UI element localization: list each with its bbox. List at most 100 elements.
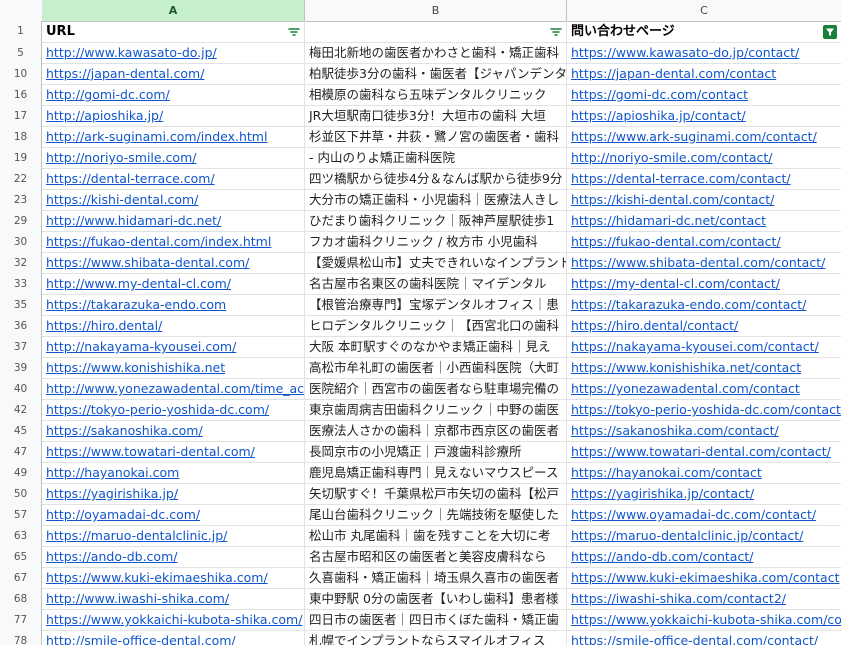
- contact-cell[interactable]: https://www.ark-suginami.com/contact/: [567, 127, 841, 148]
- contact-link[interactable]: https://kishi-dental.com/contact/: [571, 192, 774, 207]
- title-cell[interactable]: 尾山台歯科クリニック｜先端技術を駆使した: [305, 505, 567, 526]
- contact-link[interactable]: https://japan-dental.com/contact: [571, 66, 776, 81]
- url-link[interactable]: http://noriyo-smile.com/: [46, 150, 196, 165]
- contact-link[interactable]: https://yonezawadental.com/contact: [571, 381, 800, 396]
- url-cell[interactable]: https://ando-db.com/: [42, 547, 305, 568]
- url-cell[interactable]: https://www.towatari-dental.com/: [42, 442, 305, 463]
- contact-cell[interactable]: https://www.konishishika.net/contact: [567, 358, 841, 379]
- contact-cell[interactable]: https://www.yokkaichi-kubota-shika.com/c…: [567, 610, 841, 631]
- url-cell[interactable]: http://gomi-dc.com/: [42, 85, 305, 106]
- column-header-c[interactable]: C: [567, 0, 841, 21]
- row-number[interactable]: 49: [0, 463, 42, 484]
- row-number[interactable]: 77: [0, 610, 42, 631]
- title-cell[interactable]: 梅田北新地の歯医者かわさと歯科・矯正歯科: [305, 43, 567, 64]
- url-link[interactable]: http://www.hidamari-dc.net/: [46, 213, 221, 228]
- title-cell[interactable]: - 内山のりよ矯正歯科医院: [305, 148, 567, 169]
- url-link[interactable]: https://takarazuka-endo.com: [46, 297, 226, 312]
- header-cell-title[interactable]: [305, 21, 567, 43]
- url-cell[interactable]: http://nakayama-kyousei.com/: [42, 337, 305, 358]
- contact-cell[interactable]: https://yagirishika.jp/contact/: [567, 484, 841, 505]
- contact-link[interactable]: https://hayanokai.com/contact: [571, 465, 762, 480]
- url-link[interactable]: https://japan-dental.com/: [46, 66, 204, 81]
- url-link[interactable]: http://ark-suginami.com/index.html: [46, 129, 267, 144]
- title-cell[interactable]: 松山市 丸尾歯科｜歯を残すことを大切に考: [305, 526, 567, 547]
- url-link[interactable]: https://www.yokkaichi-kubota-shika.com/: [46, 612, 302, 627]
- url-cell[interactable]: http://www.hidamari-dc.net/: [42, 211, 305, 232]
- filter-active-icon[interactable]: [823, 25, 837, 39]
- contact-cell[interactable]: https://takarazuka-endo.com/contact/: [567, 295, 841, 316]
- url-cell[interactable]: https://sakanoshika.com/: [42, 421, 305, 442]
- url-cell[interactable]: https://yagirishika.jp/: [42, 484, 305, 505]
- title-cell[interactable]: フカオ歯科クリニック / 枚方市 小児歯科: [305, 232, 567, 253]
- row-number[interactable]: 65: [0, 547, 42, 568]
- contact-cell[interactable]: https://www.towatari-dental.com/contact/: [567, 442, 841, 463]
- contact-cell[interactable]: https://my-dental-cl.com/contact/: [567, 274, 841, 295]
- url-link[interactable]: https://tokyo-perio-yoshida-dc.com/: [46, 402, 269, 417]
- url-link[interactable]: https://kishi-dental.com/: [46, 192, 198, 207]
- url-link[interactable]: https://ando-db.com/: [46, 549, 177, 564]
- contact-link[interactable]: http://noriyo-smile.com/contact/: [571, 150, 772, 165]
- row-number[interactable]: 30: [0, 232, 42, 253]
- url-link[interactable]: https://yagirishika.jp/: [46, 486, 178, 501]
- column-header-b[interactable]: B: [305, 0, 567, 21]
- title-cell[interactable]: 札幌でインプラントならスマイルオフィス: [305, 631, 567, 645]
- url-link[interactable]: https://www.towatari-dental.com/: [46, 444, 255, 459]
- title-cell[interactable]: 高松市牟礼町の歯医者｜小西歯科医院（大町: [305, 358, 567, 379]
- title-cell[interactable]: 名古屋市名東区の歯科医院｜マイデンタル: [305, 274, 567, 295]
- row-number[interactable]: 22: [0, 169, 42, 190]
- filter-icon[interactable]: [287, 25, 301, 39]
- header-cell-contact[interactable]: 問い合わせページ: [567, 21, 841, 43]
- url-link[interactable]: https://hiro.dental/: [46, 318, 162, 333]
- title-cell[interactable]: 柏駅徒歩3分の歯科・歯医者【ジャパンデンタル: [305, 64, 567, 85]
- url-cell[interactable]: https://www.konishishika.net: [42, 358, 305, 379]
- contact-link[interactable]: https://www.oyamadai-dc.com/contact/: [571, 507, 816, 522]
- url-link[interactable]: http://www.my-dental-cl.com/: [46, 276, 231, 291]
- filter-icon[interactable]: [549, 25, 563, 39]
- contact-cell[interactable]: https://dental-terrace.com/contact/: [567, 169, 841, 190]
- url-cell[interactable]: https://www.kuki-ekimaeshika.com/: [42, 568, 305, 589]
- row-number[interactable]: 42: [0, 400, 42, 421]
- contact-cell[interactable]: https://www.oyamadai-dc.com/contact/: [567, 505, 841, 526]
- url-cell[interactable]: https://takarazuka-endo.com: [42, 295, 305, 316]
- contact-link[interactable]: https://apioshika.jp/contact/: [571, 108, 746, 123]
- url-link[interactable]: http://apioshika.jp/: [46, 108, 163, 123]
- contact-cell[interactable]: https://kishi-dental.com/contact/: [567, 190, 841, 211]
- title-cell[interactable]: 大阪 本町駅すぐのなかやま矯正歯科｜見え: [305, 337, 567, 358]
- row-number[interactable]: 37: [0, 337, 42, 358]
- row-number[interactable]: 39: [0, 358, 42, 379]
- url-link[interactable]: http://hayanokai.com: [46, 465, 179, 480]
- contact-link[interactable]: https://iwashi-shika.com/contact2/: [571, 591, 786, 606]
- url-cell[interactable]: https://maruo-dentalclinic.jp/: [42, 526, 305, 547]
- url-link[interactable]: http://smile-office-dental.com/: [46, 633, 236, 645]
- contact-cell[interactable]: https://www.kuki-ekimaeshika.com/contact: [567, 568, 841, 589]
- contact-link[interactable]: https://www.towatari-dental.com/contact/: [571, 444, 831, 459]
- header-cell-url[interactable]: URL: [42, 21, 305, 43]
- row-number[interactable]: 50: [0, 484, 42, 505]
- contact-link[interactable]: https://www.yokkaichi-kubota-shika.com/c…: [571, 612, 841, 627]
- url-cell[interactable]: https://hiro.dental/: [42, 316, 305, 337]
- contact-cell[interactable]: https://tokyo-perio-yoshida-dc.com/conta…: [567, 400, 841, 421]
- url-cell[interactable]: https://kishi-dental.com/: [42, 190, 305, 211]
- contact-link[interactable]: https://www.shibata-dental.com/contact/: [571, 255, 825, 270]
- row-number[interactable]: 47: [0, 442, 42, 463]
- contact-link[interactable]: https://yagirishika.jp/contact/: [571, 486, 754, 501]
- contact-cell[interactable]: https://www.kawasato-do.jp/contact/: [567, 43, 841, 64]
- title-cell[interactable]: 東中野駅 0分の歯医者【いわし歯科】患者様: [305, 589, 567, 610]
- url-link[interactable]: http://gomi-dc.com/: [46, 87, 170, 102]
- title-cell[interactable]: 医療法人さかの歯科｜京都市西京区の歯医者: [305, 421, 567, 442]
- contact-cell[interactable]: https://fukao-dental.com/contact/: [567, 232, 841, 253]
- contact-link[interactable]: https://gomi-dc.com/contact: [571, 87, 748, 102]
- title-cell[interactable]: ひだまり歯科クリニック｜阪神芦屋駅徒歩1: [305, 211, 567, 232]
- contact-cell[interactable]: https://japan-dental.com/contact: [567, 64, 841, 85]
- title-cell[interactable]: 鹿児島矯正歯科専門｜見えないマウスピース: [305, 463, 567, 484]
- title-cell[interactable]: 【根管治療専門】宝塚デンタルオフィス｜患: [305, 295, 567, 316]
- row-number[interactable]: 33: [0, 274, 42, 295]
- contact-cell[interactable]: https://yonezawadental.com/contact: [567, 379, 841, 400]
- contact-link[interactable]: https://fukao-dental.com/contact/: [571, 234, 781, 249]
- url-link[interactable]: http://www.kawasato-do.jp/: [46, 45, 217, 60]
- url-cell[interactable]: http://www.iwashi-shika.com/: [42, 589, 305, 610]
- contact-cell[interactable]: https://www.shibata-dental.com/contact/: [567, 253, 841, 274]
- url-link[interactable]: https://www.shibata-dental.com/: [46, 255, 249, 270]
- url-link[interactable]: https://fukao-dental.com/index.html: [46, 234, 271, 249]
- row-number[interactable]: 67: [0, 568, 42, 589]
